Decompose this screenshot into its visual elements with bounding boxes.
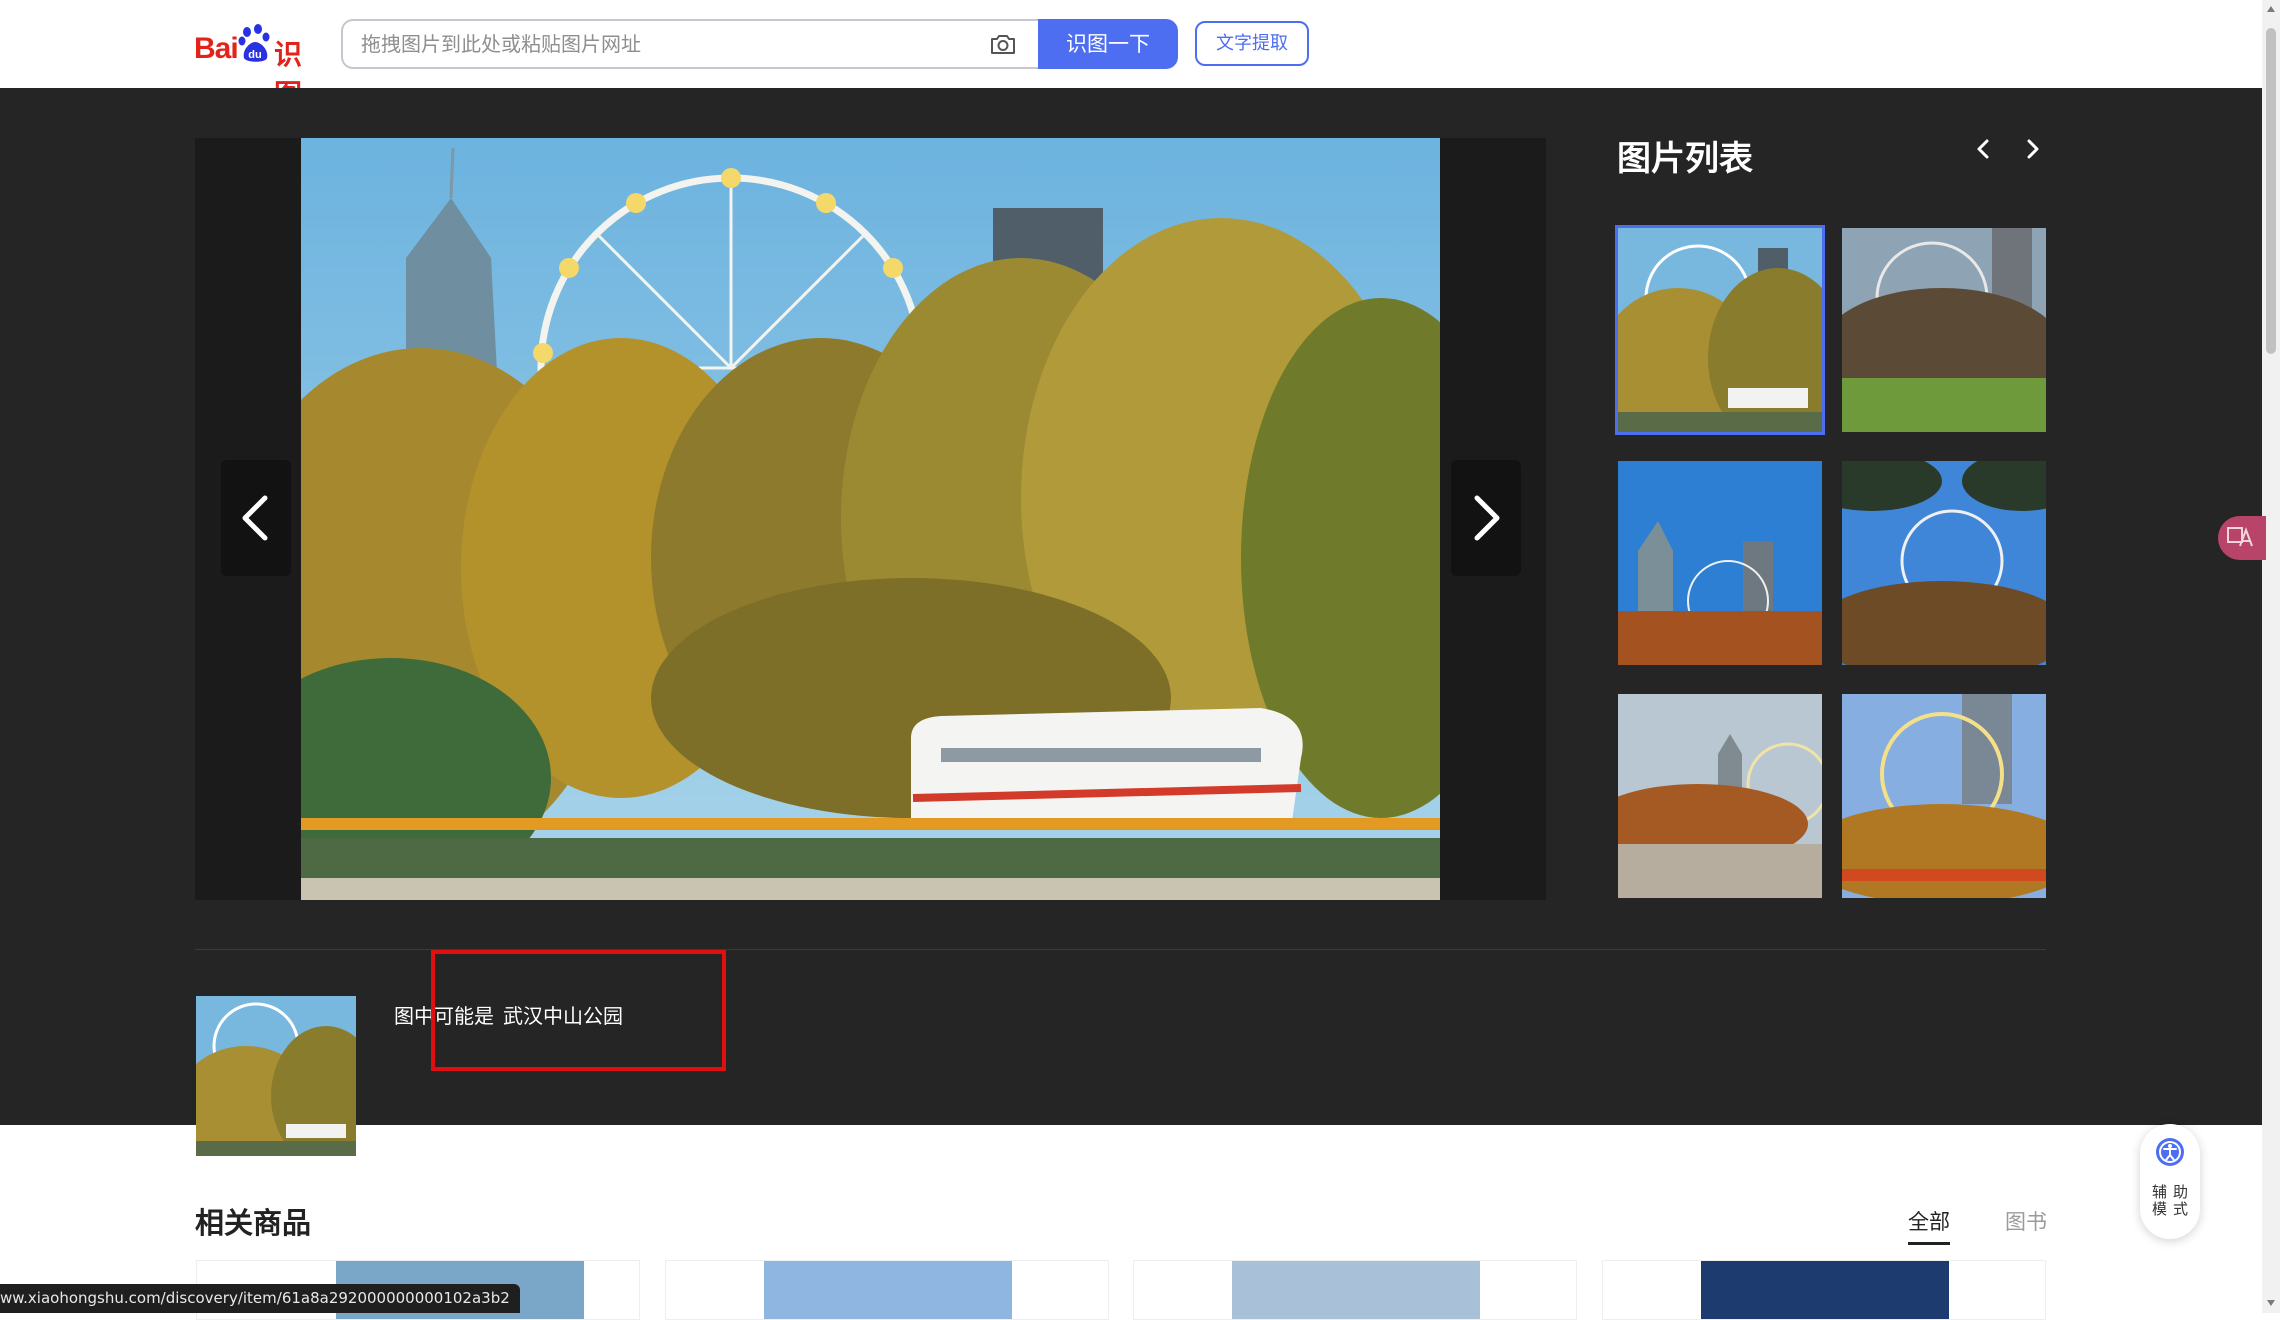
camera-icon[interactable]	[989, 32, 1017, 56]
thumbnail-image	[1618, 461, 1822, 665]
thumbnail-image	[1842, 694, 2046, 898]
product-card[interactable]	[665, 1260, 1109, 1320]
product-image	[1701, 1261, 1949, 1319]
product-image	[764, 1261, 1012, 1319]
translate-widget[interactable]	[2218, 516, 2266, 560]
logo-text-du: du	[248, 49, 261, 61]
prev-image-button[interactable]	[221, 460, 291, 576]
thumbnail-image	[1842, 228, 2046, 432]
tab-books[interactable]: 图书	[2005, 1206, 2047, 1236]
highlight-annotation-box	[431, 950, 726, 1071]
chevron-left-icon	[242, 495, 268, 541]
product-card[interactable]	[1602, 1260, 2046, 1320]
thumbnail-6[interactable]	[1842, 694, 2046, 898]
baidu-paw-icon: du	[238, 24, 270, 62]
chevron-right-icon	[1474, 495, 1500, 541]
next-image-button[interactable]	[1451, 460, 1521, 576]
list-next-arrow-icon[interactable]	[2020, 136, 2046, 162]
accessibility-icon	[2156, 1138, 2184, 1166]
thumbnail-2[interactable]	[1842, 228, 2046, 432]
image-url-input[interactable]	[361, 21, 961, 67]
thumbnail-image	[1842, 461, 2046, 665]
thumbnail-1[interactable]	[1615, 225, 1825, 435]
assist-label-line1: 辅助	[2151, 1183, 2194, 1201]
result-thumbnail[interactable]	[196, 996, 356, 1156]
image-search-box	[341, 19, 1039, 69]
scrollbar-thumb[interactable]	[2266, 28, 2276, 354]
thumbnail-5[interactable]	[1618, 694, 1822, 898]
accessibility-mode-button[interactable]: 辅助 模式	[2140, 1124, 2200, 1239]
translate-icon	[2227, 527, 2253, 547]
main-image	[301, 138, 1440, 900]
park-scene-image	[301, 138, 1440, 900]
result-thumbnail-image	[196, 996, 356, 1156]
baidu-shitu-logo[interactable]: Bai du 识图	[194, 24, 318, 111]
thumbnail-image	[1618, 228, 1822, 432]
top-header: Bai du 识图 识图一下 文字提取	[0, 0, 2262, 111]
list-prev-arrow-icon[interactable]	[1970, 136, 1996, 162]
logo-text-bai: Bai	[194, 32, 239, 65]
text-extract-button[interactable]: 文字提取	[1195, 21, 1309, 66]
image-list-title: 图片列表	[1617, 139, 1753, 179]
thumbnail-image	[1618, 694, 1822, 898]
scroll-up-arrow-icon[interactable]	[2267, 6, 2275, 12]
thumbnail-3[interactable]	[1618, 461, 1822, 665]
related-products-title: 相关商品	[195, 1206, 312, 1240]
tab-all[interactable]: 全部	[1908, 1206, 1950, 1245]
page-scrollbar[interactable]	[2262, 0, 2280, 1313]
product-image	[1232, 1261, 1480, 1319]
scroll-down-arrow-icon[interactable]	[2267, 1300, 2275, 1306]
status-bar-url: ww.xiaohongshu.com/discovery/item/61a8a2…	[0, 1284, 520, 1313]
search-image-button[interactable]: 识图一下	[1038, 19, 1178, 69]
assist-label-line2: 模式	[2151, 1200, 2194, 1218]
product-card[interactable]	[1133, 1260, 1577, 1320]
thumbnail-4[interactable]	[1842, 461, 2046, 665]
